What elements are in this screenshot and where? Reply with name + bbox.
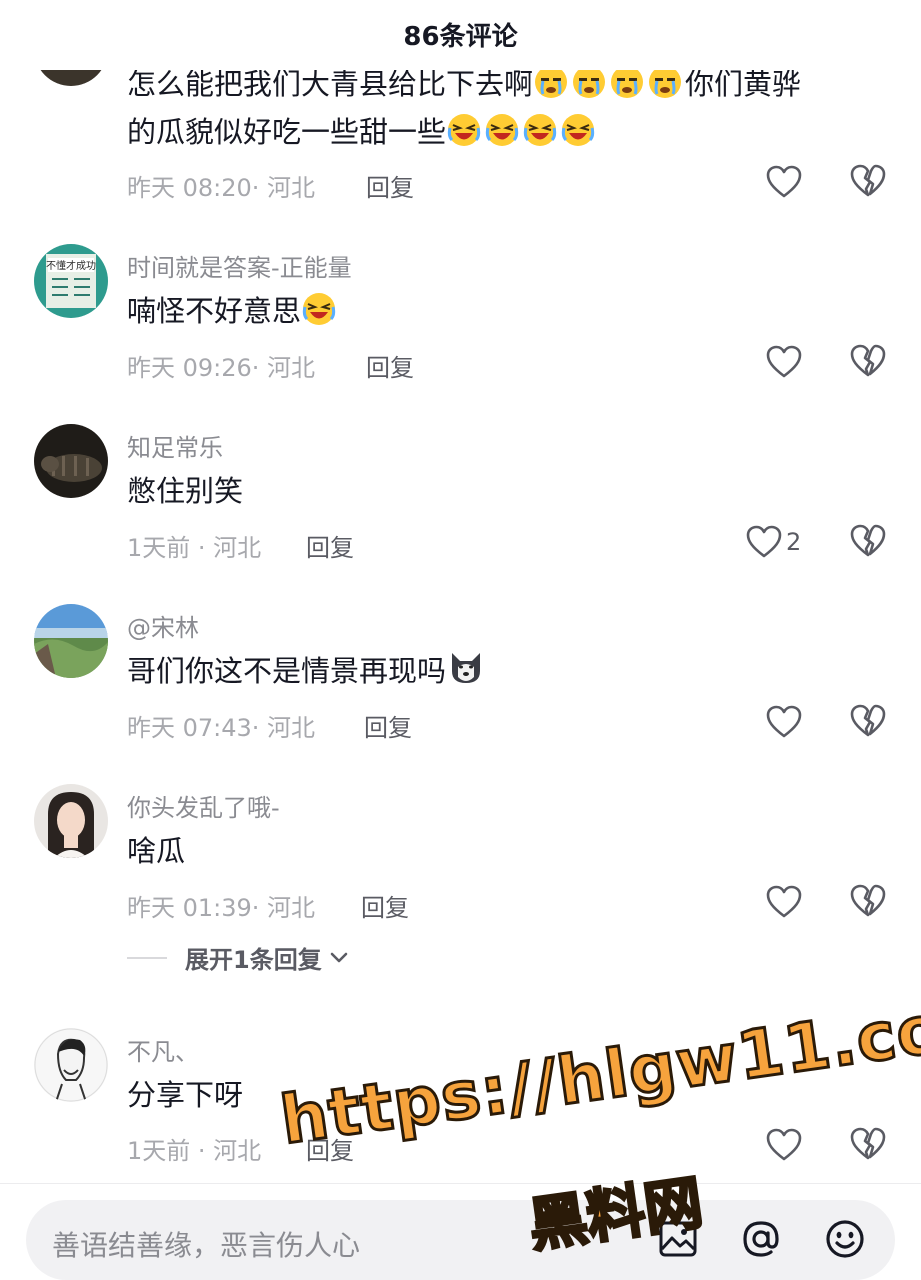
comment-meta: 1天前 · 河北 [127,1137,262,1165]
broken-heart-icon [850,344,886,377]
image-icon [659,1221,697,1257]
like-button[interactable] [766,344,804,380]
username[interactable]: 时间就是答案-正能量 [127,248,352,283]
avatar[interactable]: 不懂才成功 [34,244,108,318]
broken-heart-icon [850,1127,886,1160]
comment-meta: 昨天 07:43· 河北 [127,714,316,742]
comment-list[interactable]: 怎么能把我们大青县给比下去啊 你们黄骅 的瓜貌似好吃一些甜一些 昨天 08:20·… [0,0,921,1185]
husky-emoji-icon [446,653,488,688]
reply-button[interactable]: 回复 [366,348,414,383]
chevron-down-icon [330,952,348,962]
heart-icon [766,885,802,918]
avatar[interactable] [34,1028,108,1102]
image-button[interactable] [656,1217,700,1261]
username[interactable]: 你头发乱了哦- [127,788,280,823]
emoji-button[interactable] [823,1217,867,1261]
reply-button[interactable]: 回复 [364,708,412,743]
reply-button[interactable]: 回复 [366,168,414,203]
like-button[interactable]: 2 [746,524,806,560]
reply-button[interactable]: 回复 [306,1131,354,1166]
comment-input-placeholder: 善语结善缘，恶言伤人心 [52,1229,361,1262]
broken-heart-icon [850,704,886,737]
expand-replies-button[interactable]: 展开1条回复 [127,940,348,975]
comment-text: 怎么能把我们大青县给比下去啊 你们黄骅 的瓜貌似好吃一些甜一些 [127,66,802,149]
comment-text: 喃怪不好意思 [127,287,887,335]
dislike-button[interactable] [850,704,888,740]
username[interactable]: @宋林 [127,608,199,643]
like-button[interactable] [766,884,804,920]
heart-icon [746,525,782,558]
comments-header: 86条评论 [0,0,921,70]
expand-replies-label: 展开1条回复 [185,946,322,974]
comment-meta: 1天前 · 河北 [127,534,262,562]
comment-text: 分享下呀 [127,1078,244,1112]
broken-heart-icon [850,164,886,197]
comment-text: 憋住别笑 [127,474,244,508]
comment-meta: 昨天 09:26· 河北 [127,354,316,382]
avatar[interactable] [34,604,108,678]
like-button[interactable] [766,704,804,740]
reply-button[interactable]: 回复 [361,888,409,923]
mention-button[interactable] [739,1217,783,1261]
comment-meta: 昨天 01:39· 河北 [127,894,316,922]
comment-meta: 昨天 08:20· 河北 [127,174,316,202]
laughing-emoji-icon [301,293,339,328]
avatar[interactable] [34,424,108,498]
svg-text:不懂才成功: 不懂才成功 [46,259,96,272]
at-icon [743,1221,779,1257]
avatar[interactable] [34,784,108,858]
broken-heart-icon [850,524,886,557]
username[interactable]: 知足常乐 [127,428,223,463]
dislike-button[interactable] [850,344,888,380]
like-button[interactable] [766,1127,804,1163]
dislike-button[interactable] [850,1127,888,1163]
page-title: 86条评论 [403,22,518,52]
heart-icon [766,705,802,738]
like-button[interactable] [766,164,804,200]
like-count: 2 [786,528,802,556]
comment-input-bar: 善语结善缘，恶言伤人心 [0,1184,921,1280]
heart-icon [766,345,802,378]
reply-button[interactable]: 回复 [306,528,354,563]
broken-heart-icon [850,884,886,917]
expand-line [127,956,167,959]
username[interactable]: 不凡、 [127,1032,199,1067]
dislike-button[interactable] [850,164,888,200]
heart-icon [766,1128,802,1161]
comment-input[interactable]: 善语结善缘，恶言伤人心 [26,1200,895,1280]
smiley-icon [826,1220,864,1258]
dislike-button[interactable] [850,884,888,920]
comment-text: 啥瓜 [127,834,186,868]
heart-icon [766,165,802,198]
crying-emoji-icon [533,66,685,101]
comment-text: 哥们你这不是情景再现吗 [127,647,887,695]
laughing-emoji-icon [446,114,598,149]
dislike-button[interactable] [850,524,888,560]
